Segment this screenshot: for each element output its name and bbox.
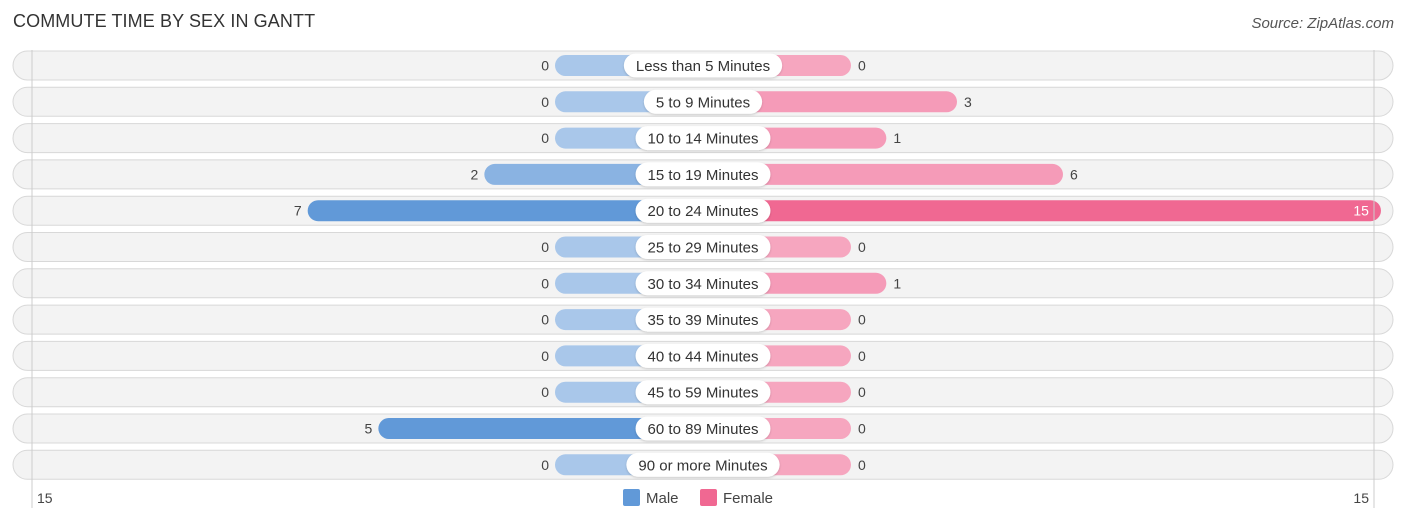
category-label: Less than 5 Minutes xyxy=(636,58,770,75)
value-label-male: 0 xyxy=(541,94,549,110)
chart-row: 0 1 30 to 34 Minutes xyxy=(12,268,1394,299)
category-label: 25 to 29 Minutes xyxy=(648,240,759,257)
axis-label-right: 15 xyxy=(1353,490,1369,506)
value-label-female: 0 xyxy=(858,58,866,74)
value-label-female: 1 xyxy=(893,130,901,146)
chart-row: 5 0 60 to 89 Minutes xyxy=(12,413,1394,444)
chart-row: 0 0 25 to 29 Minutes xyxy=(12,232,1394,262)
chart-row: 0 0 90 or more Minutes xyxy=(12,449,1394,480)
category-label: 90 or more Minutes xyxy=(638,457,767,474)
value-label-female: 1 xyxy=(893,275,901,291)
value-label-male: 0 xyxy=(541,384,549,400)
value-label-male: 0 xyxy=(541,239,549,255)
value-label-male: 7 xyxy=(294,203,302,219)
category-label: 20 to 24 Minutes xyxy=(648,203,759,220)
bar-female xyxy=(703,200,1381,222)
value-label-male: 5 xyxy=(365,421,373,437)
value-label-male: 0 xyxy=(541,275,549,291)
category-label: 40 to 44 Minutes xyxy=(648,348,759,365)
category-label: 35 to 39 Minutes xyxy=(648,312,759,329)
value-label-male: 0 xyxy=(541,457,549,473)
category-label: 45 to 59 Minutes xyxy=(648,385,759,402)
legend-label-male: Male xyxy=(646,490,679,507)
value-label-female: 0 xyxy=(858,384,866,400)
chart-row: 0 0 40 to 44 Minutes xyxy=(12,340,1394,371)
chart-row: 2 6 15 to 19 Minutes xyxy=(12,159,1394,190)
value-label-male: 0 xyxy=(541,348,549,364)
legend: Male Female xyxy=(623,489,773,507)
category-label: 60 to 89 Minutes xyxy=(648,421,759,438)
category-label: 15 to 19 Minutes xyxy=(648,167,759,184)
chart-row: 0 1 10 to 14 Minutes xyxy=(12,123,1394,154)
chart-row: 0 0 Less than 5 Minutes xyxy=(12,50,1394,81)
value-label-male: 0 xyxy=(541,130,549,146)
value-label-male: 0 xyxy=(541,58,549,74)
value-label-female: 15 xyxy=(1353,203,1369,219)
chart-row: 0 0 35 to 39 Minutes xyxy=(12,304,1394,335)
chart-row: 0 0 45 to 59 Minutes xyxy=(12,377,1394,408)
value-label-female: 3 xyxy=(964,94,972,110)
chart-row: 7 15 20 to 24 Minutes xyxy=(12,195,1394,226)
value-label-male: 2 xyxy=(471,166,479,182)
value-label-female: 6 xyxy=(1070,166,1078,182)
value-label-male: 0 xyxy=(541,312,549,328)
value-label-female: 0 xyxy=(858,421,866,437)
value-label-female: 0 xyxy=(858,312,866,328)
category-label: 5 to 9 Minutes xyxy=(656,94,750,111)
legend-label-female: Female xyxy=(723,490,773,507)
category-label: 30 to 34 Minutes xyxy=(648,276,759,293)
legend-swatch-female xyxy=(700,489,717,506)
axis-label-left: 15 xyxy=(37,490,53,506)
category-label: 10 to 14 Minutes xyxy=(648,131,759,148)
value-label-female: 0 xyxy=(858,348,866,364)
value-label-female: 0 xyxy=(858,239,866,255)
chart-row: 0 3 5 to 9 Minutes xyxy=(12,86,1394,117)
legend-swatch-male xyxy=(623,489,640,506)
chart: 0 0 Less than 5 Minutes 0 3 5 to 9 Minutes 0 1 1… xyxy=(12,50,1394,508)
value-label-female: 0 xyxy=(858,457,866,473)
